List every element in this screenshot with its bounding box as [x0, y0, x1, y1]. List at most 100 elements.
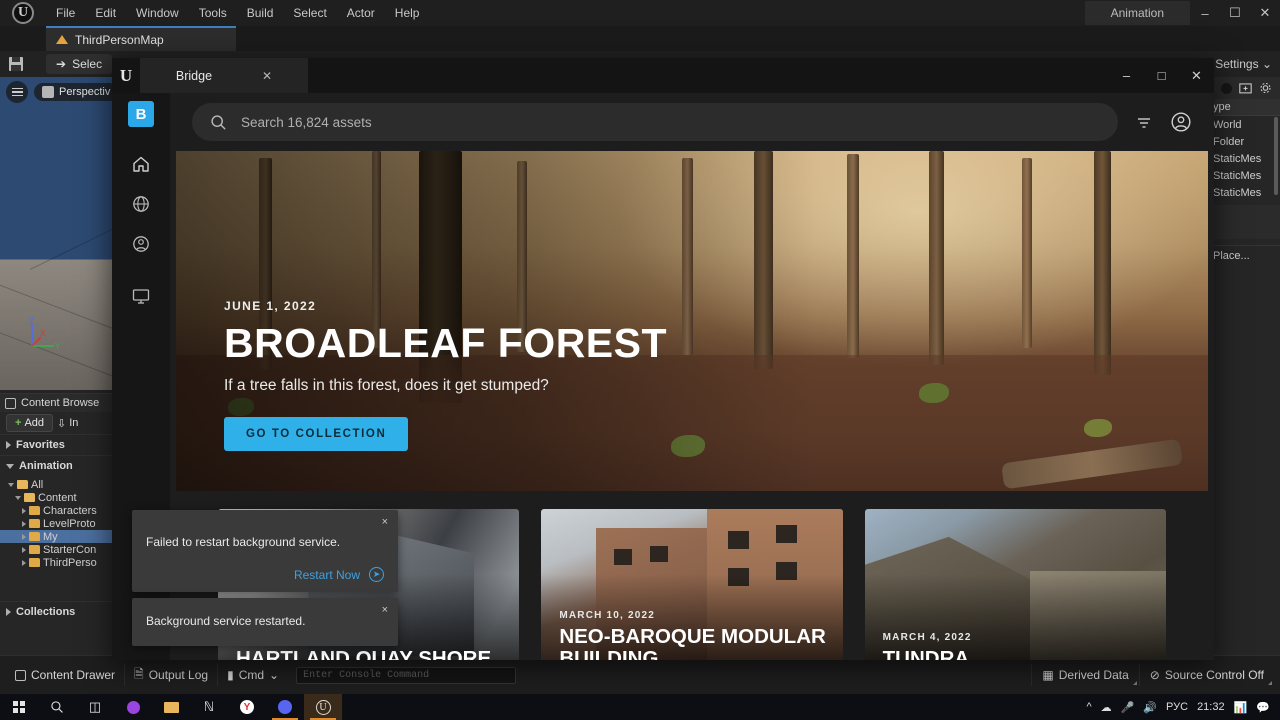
outliner-row[interactable]: World	[1208, 116, 1280, 133]
bridge-close-button[interactable]: ✕	[1179, 58, 1214, 93]
import-button[interactable]: ⇩ In	[57, 417, 78, 430]
bridge-maximize-button[interactable]: □	[1144, 58, 1179, 93]
content-drawer-button[interactable]: Content Drawer	[6, 664, 126, 686]
tray-expand-icon[interactable]: ^	[1086, 701, 1091, 713]
local-library-icon[interactable]	[128, 283, 154, 309]
tray-microphone-icon[interactable]: 🎤	[1121, 701, 1135, 714]
taskbar-file-explorer-icon[interactable]	[152, 694, 190, 720]
outliner-scrollbar[interactable]	[1274, 117, 1278, 195]
menu-tools[interactable]: Tools	[189, 0, 237, 26]
content-browser-title: Content Browse	[21, 397, 100, 409]
settings-dropdown[interactable]: Settings ⌄	[1215, 57, 1272, 71]
taskbar-app-purple-icon[interactable]	[114, 694, 152, 720]
filter-icon[interactable]	[1134, 112, 1154, 132]
save-icon	[9, 57, 23, 71]
toast-failed-restart[interactable]: × Failed to restart background service. …	[132, 510, 398, 592]
menu-help[interactable]: Help	[385, 0, 430, 26]
tray-clock[interactable]: 21:32	[1197, 701, 1225, 713]
go-to-collection-button[interactable]: GO TO COLLECTION	[224, 417, 409, 451]
taskbar-yandex-icon[interactable]: Y	[228, 694, 266, 720]
card-neo-baroque-modular-building[interactable]: MARCH 10, 2022 NEO-BAROQUE MODULAR BUILD…	[541, 509, 843, 660]
menu-edit[interactable]: Edit	[85, 0, 126, 26]
editor-minimize-button[interactable]: –	[1190, 0, 1220, 26]
bridge-title-bar[interactable]: U Bridge ✕ – □ ✕	[112, 58, 1214, 93]
taskbar-unreal-icon[interactable]: U	[304, 694, 342, 720]
user-account-icon[interactable]	[1170, 111, 1192, 133]
account-icon[interactable]	[128, 231, 154, 257]
outliner-row[interactable]: StaticMes	[1208, 167, 1280, 184]
tree-item-characters[interactable]: Characters	[0, 504, 112, 517]
start-button-icon[interactable]	[0, 694, 38, 720]
bridge-tab[interactable]: Bridge ✕	[140, 58, 308, 93]
select-mode-button[interactable]: ➔ Selec	[46, 54, 113, 74]
taskbar-discord-icon[interactable]	[266, 694, 304, 720]
section-favorites[interactable]: Favorites	[0, 434, 112, 455]
restart-now-link[interactable]: Restart Now	[294, 568, 360, 582]
taskbar-search-icon[interactable]	[38, 694, 76, 720]
menu-window[interactable]: Window	[126, 0, 189, 26]
viewport-sky	[0, 77, 112, 259]
home-icon[interactable]	[128, 151, 154, 177]
toast-close-icon[interactable]: ×	[382, 516, 388, 528]
bridge-logo-icon[interactable]: B	[128, 101, 154, 127]
tray-volume-icon[interactable]: 🔊	[1143, 701, 1157, 714]
toast-action[interactable]: Restart Now ➤	[294, 567, 384, 582]
tree-item-levelprototyping[interactable]: LevelProto	[0, 517, 112, 530]
outliner-row[interactable]: Folder	[1208, 133, 1280, 150]
menu-actor[interactable]: Actor	[337, 0, 385, 26]
derived-data-button[interactable]: ▦ Derived Data	[1031, 664, 1138, 686]
menu-select[interactable]: Select	[283, 0, 336, 26]
globe-icon[interactable]	[128, 191, 154, 217]
editor-close-button[interactable]: ✕	[1250, 0, 1280, 26]
save-button[interactable]	[0, 57, 32, 71]
gear-icon[interactable]	[1259, 82, 1272, 94]
folder-icon	[17, 480, 28, 489]
editor-maximize-button[interactable]: ☐	[1220, 0, 1250, 26]
viewport-menu-button[interactable]	[6, 81, 28, 103]
level-viewport[interactable]: Perspectiv Z Y X	[0, 77, 112, 390]
outliner-row[interactable]: StaticMes	[1208, 150, 1280, 167]
section-collections[interactable]: Collections	[0, 601, 112, 622]
toast-service-restarted[interactable]: × Background service restarted.	[132, 598, 398, 646]
tree-item-thirdperson[interactable]: ThirdPerso	[0, 556, 112, 569]
tray-graph-icon[interactable]: 📊	[1234, 701, 1248, 714]
tree-label: StarterCon	[43, 543, 97, 556]
bridge-minimize-button[interactable]: –	[1109, 58, 1144, 93]
source-control-button[interactable]: ⊘ Source Control Off	[1138, 664, 1274, 686]
bridge-window-controls: – □ ✕	[1109, 58, 1214, 93]
new-folder-icon[interactable]	[1239, 82, 1252, 94]
console-command-input[interactable]: Enter Console Command	[296, 666, 517, 684]
outliner-column-header[interactable]: ype	[1208, 99, 1280, 116]
tree-label: ThirdPerso	[43, 556, 97, 569]
cmd-dropdown[interactable]: ▮ Cmd ⌄	[218, 664, 288, 686]
folder-icon	[29, 532, 40, 541]
tray-language[interactable]: РУС	[1166, 701, 1188, 713]
menu-file[interactable]: File	[46, 0, 85, 26]
tray-cloud-warning-icon[interactable]: ☁	[1101, 701, 1112, 714]
select-mode-label: Selec	[72, 57, 103, 71]
taskbar-app-n-icon[interactable]: ℕ	[190, 694, 228, 720]
bridge-tab-close-icon[interactable]: ✕	[262, 69, 272, 83]
tree-item-content[interactable]: Content	[0, 491, 112, 504]
hero-banner[interactable]: JUNE 1, 2022 BROADLEAF FOREST If a tree …	[176, 151, 1208, 491]
tree-item-all[interactable]: All	[0, 478, 112, 491]
search-input[interactable]: Search 16,824 assets	[192, 103, 1118, 141]
tree-item-startercontent[interactable]: StarterCon	[0, 543, 112, 556]
tab-animation[interactable]: Animation	[1084, 1, 1190, 25]
task-view-icon[interactable]: ◫	[76, 694, 114, 720]
details-place-row[interactable]: Place...	[1208, 245, 1280, 265]
section-animation[interactable]: Animation	[0, 455, 112, 476]
card-tundra[interactable]: MARCH 4, 2022 TUNDRA	[864, 509, 1166, 660]
import-icon: ⇩	[57, 417, 67, 430]
arrow-right-icon[interactable]: ➤	[369, 567, 384, 582]
viewport-perspective-button[interactable]: Perspectiv	[34, 83, 112, 101]
outliner-row[interactable]: StaticMes	[1208, 184, 1280, 201]
tab-thirdpersonmap[interactable]: ThirdPersonMap	[46, 26, 236, 51]
add-button[interactable]: + Add	[6, 414, 54, 432]
output-log-button[interactable]: 🗎 Output Log	[125, 664, 219, 686]
toast-close-icon[interactable]: ×	[382, 604, 388, 616]
menu-build[interactable]: Build	[237, 0, 284, 26]
cmd-label: Cmd	[238, 668, 265, 682]
tree-item-my[interactable]: My	[0, 530, 112, 543]
tray-notifications-icon[interactable]: 💬	[1256, 701, 1270, 714]
